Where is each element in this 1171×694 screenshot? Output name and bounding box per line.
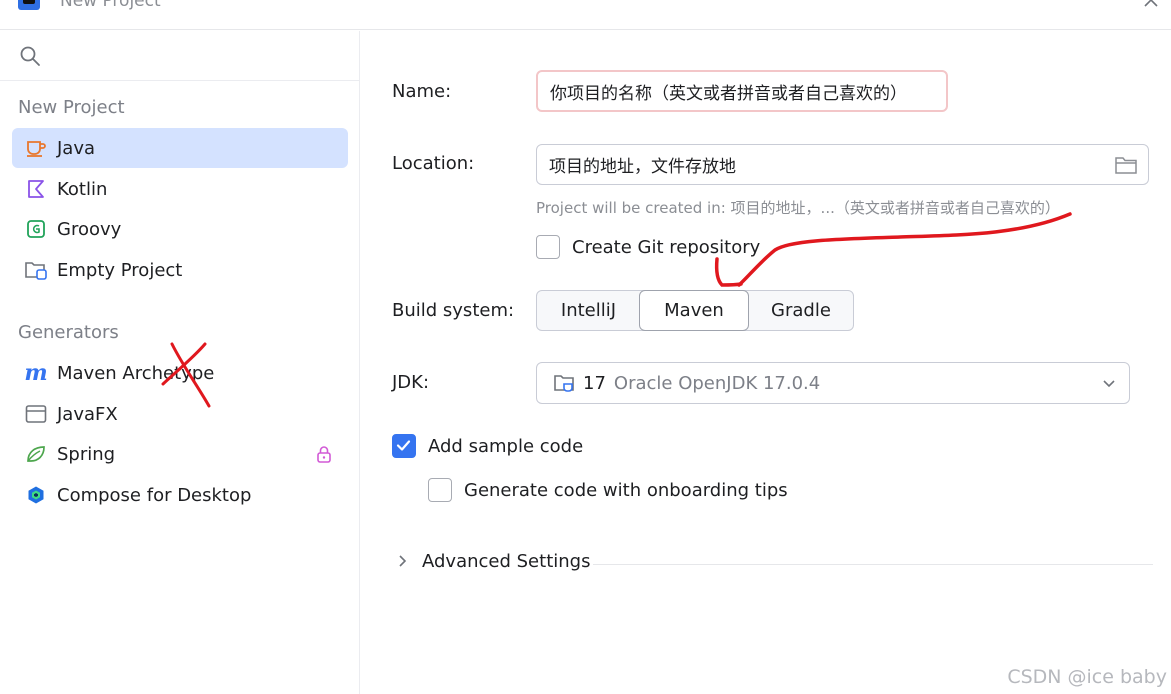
- sidebar: New Project Java Kotlin Groovy Empty Pro…: [0, 31, 360, 694]
- intellij-app-icon: [18, 0, 40, 10]
- watermark: CSDN @ice baby: [1007, 666, 1167, 688]
- location-field[interactable]: 项目的地址，文件存放地: [536, 144, 1149, 185]
- java-icon: [23, 137, 49, 159]
- section-new-project: New Project: [18, 97, 125, 118]
- project-settings-form: Name: 你项目的名称（英文或者拼音或者自己喜欢的） Location: 项目…: [361, 31, 1171, 694]
- build-option-gradle[interactable]: Gradle: [749, 291, 853, 330]
- name-label: Name:: [392, 81, 452, 102]
- compose-icon: [23, 484, 49, 506]
- folder-icon[interactable]: [1114, 154, 1138, 176]
- search-box: [0, 31, 360, 81]
- window-title: New Project: [60, 0, 161, 11]
- jdk-folder-icon: [554, 375, 574, 392]
- jdk-version: 17: [583, 372, 606, 394]
- maven-icon: m: [24, 360, 48, 386]
- sample-code-checkbox[interactable]: [392, 434, 416, 458]
- sidebar-item-label: Kotlin: [57, 178, 108, 200]
- git-repository-label: Create Git repository: [572, 237, 761, 258]
- chevron-right-icon[interactable]: [397, 554, 409, 568]
- build-option-label: IntelliJ: [560, 300, 617, 321]
- empty-project-icon: [23, 259, 49, 281]
- build-option-label: Maven: [664, 300, 724, 321]
- check-icon: [396, 440, 411, 451]
- location-value: 项目的地址，文件存放地: [549, 157, 736, 177]
- sidebar-item-maven-archetype[interactable]: m Maven Archetype: [12, 353, 348, 393]
- kotlin-icon: [23, 178, 49, 200]
- sidebar-item-label: Java: [57, 137, 96, 159]
- title-bar: New Project: [0, 0, 1171, 30]
- groovy-icon: [23, 218, 49, 240]
- chevron-down-icon: [1103, 380, 1115, 388]
- name-value: 你项目的名称（英文或者拼音或者自己喜欢的）: [550, 83, 907, 104]
- spring-icon: [23, 443, 49, 465]
- sidebar-item-label: JavaFX: [57, 403, 118, 425]
- lock-icon: [317, 446, 331, 463]
- search-icon: [20, 46, 40, 66]
- build-option-intellij[interactable]: IntelliJ: [537, 291, 640, 330]
- sidebar-item-kotlin[interactable]: Kotlin: [12, 169, 348, 209]
- sidebar-item-label: Compose for Desktop: [57, 484, 252, 506]
- advanced-settings-toggle[interactable]: Advanced Settings: [422, 551, 590, 572]
- jdk-dropdown[interactable]: 17 Oracle OpenJDK 17.0.4: [536, 362, 1130, 404]
- sidebar-item-label: Groovy: [57, 218, 122, 240]
- sidebar-item-label: Empty Project: [57, 259, 183, 281]
- build-option-maven[interactable]: Maven: [639, 290, 749, 331]
- section-generators: Generators: [18, 322, 119, 343]
- sidebar-item-compose-for-desktop[interactable]: Compose for Desktop: [12, 475, 348, 515]
- onboarding-tips-checkbox[interactable]: [428, 478, 452, 502]
- onboarding-tips-label: Generate code with onboarding tips: [464, 480, 788, 501]
- git-repository-checkbox[interactable]: [536, 235, 560, 259]
- sidebar-item-javafx[interactable]: JavaFX: [12, 394, 348, 434]
- search-input[interactable]: [50, 41, 350, 71]
- jdk-label: JDK:: [392, 372, 430, 393]
- sidebar-item-label: Maven Archetype: [57, 362, 215, 384]
- sidebar-item-spring[interactable]: Spring: [12, 434, 348, 474]
- sample-code-label: Add sample code: [428, 436, 584, 457]
- build-option-label: Gradle: [771, 300, 831, 321]
- build-system-selector: IntelliJ Maven Gradle: [536, 290, 854, 331]
- sidebar-item-groovy[interactable]: Groovy: [12, 209, 348, 249]
- jdk-name: Oracle OpenJDK 17.0.4: [613, 372, 821, 394]
- location-label: Location:: [392, 153, 475, 174]
- name-field[interactable]: 你项目的名称（英文或者拼音或者自己喜欢的）: [536, 70, 948, 112]
- divider: [593, 564, 1153, 565]
- javafx-icon: [23, 403, 49, 425]
- location-hint: Project will be created in: 项目的地址，...（英文…: [536, 199, 1060, 217]
- sidebar-item-java[interactable]: Java: [12, 128, 348, 168]
- new-project-dialog: New Project New Project Java Kotlin Groo…: [0, 0, 1171, 694]
- close-icon[interactable]: [1141, 0, 1161, 10]
- sidebar-item-empty-project[interactable]: Empty Project: [12, 250, 348, 290]
- sidebar-item-label: Spring: [57, 443, 116, 465]
- build-system-label: Build system:: [392, 300, 515, 321]
